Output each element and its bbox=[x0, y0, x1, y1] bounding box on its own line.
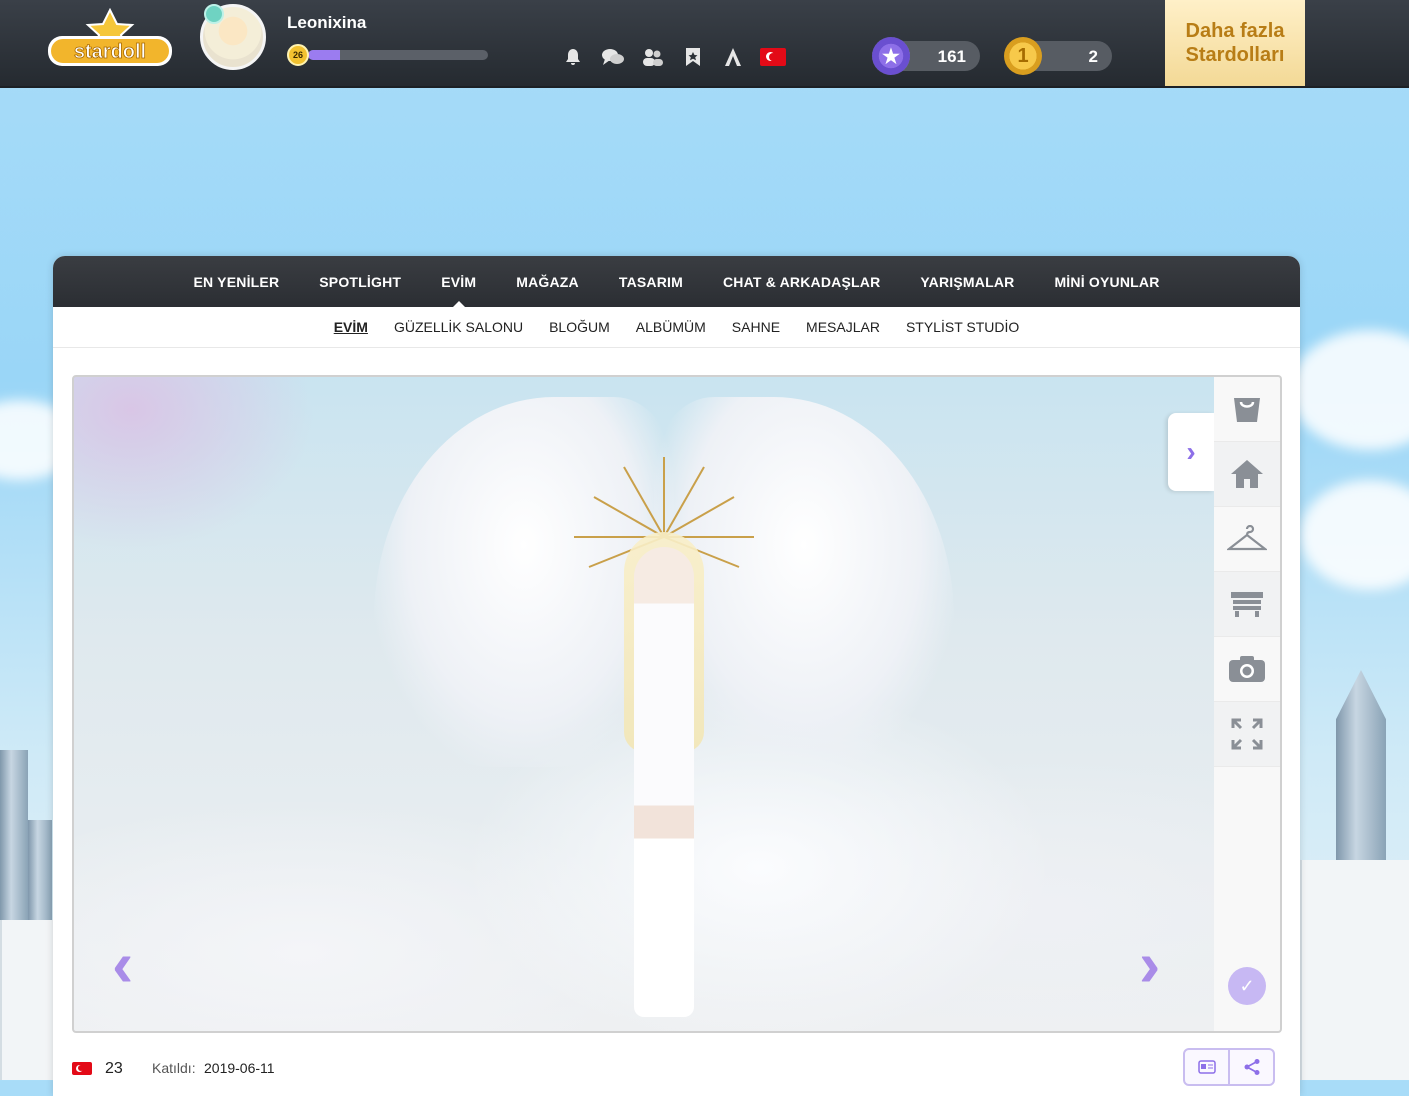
background-building bbox=[1300, 860, 1409, 1080]
subnav-sahne[interactable]: SAHNE bbox=[732, 319, 780, 335]
a-letter-icon[interactable] bbox=[720, 46, 746, 68]
nav-evim[interactable]: EVİM bbox=[441, 274, 476, 308]
main-nav: EN YENİLER SPOTLİGHT EVİM MAĞAZA TASARIM… bbox=[53, 256, 1300, 308]
furniture-icon[interactable] bbox=[1214, 572, 1280, 637]
xp-progress-bar bbox=[308, 50, 488, 60]
doll-stage: ‹ › bbox=[72, 375, 1218, 1033]
joined-label: Katıldı: bbox=[152, 1060, 196, 1076]
profile-action-buttons bbox=[1183, 1048, 1275, 1086]
stardoll-logo[interactable]: stardoll bbox=[46, 8, 174, 70]
subnav-guzellik-salonu[interactable]: GÜZELLİK SALONU bbox=[394, 319, 523, 335]
nav-spotlight[interactable]: SPOTLİGHT bbox=[319, 274, 401, 290]
expand-panel-button[interactable]: › bbox=[1168, 413, 1214, 491]
turkey-flag bbox=[760, 48, 786, 66]
prev-arrow-button[interactable]: ‹ bbox=[112, 932, 133, 996]
user-age: 23 bbox=[105, 1060, 123, 1077]
nav-mini-oyunlar[interactable]: MİNİ OYUNLAR bbox=[1054, 274, 1159, 290]
level-badge: 26 bbox=[287, 44, 309, 66]
main-panel: EN YENİLER SPOTLİGHT EVİM MAĞAZA TASARIM… bbox=[53, 256, 1300, 1096]
subnav-evim[interactable]: EVİM bbox=[334, 319, 368, 335]
bookmark-icon[interactable] bbox=[680, 46, 706, 68]
profile-info-row: 23 Katıldı: 2019-06-11 bbox=[72, 1048, 1275, 1086]
subnav-stylist-studio[interactable]: STYLİST STUDİO bbox=[906, 319, 1019, 335]
nav-chat-arkadaslar[interactable]: CHAT & ARKADAŞLAR bbox=[723, 274, 880, 290]
bell-icon[interactable] bbox=[560, 46, 586, 68]
share-icon bbox=[1244, 1059, 1259, 1075]
friends-icon[interactable] bbox=[640, 46, 666, 68]
nav-magaza[interactable]: MAĞAZA bbox=[516, 274, 579, 290]
stardollars-counter[interactable]: ★ 161 bbox=[872, 37, 980, 75]
chat-bubbles-icon[interactable] bbox=[600, 46, 626, 68]
turkey-flag-icon[interactable] bbox=[760, 46, 786, 68]
turkey-flag-icon bbox=[72, 1062, 92, 1075]
stardollars-amount: 161 bbox=[937, 47, 966, 66]
share-button[interactable] bbox=[1228, 1050, 1273, 1084]
header-icon-bar bbox=[560, 46, 786, 68]
confirm-check-button[interactable]: ✓ bbox=[1228, 967, 1266, 1005]
home-icon[interactable] bbox=[1214, 442, 1280, 507]
background-cloud bbox=[1300, 480, 1409, 590]
next-arrow-button[interactable]: › bbox=[1139, 932, 1160, 996]
background-building bbox=[0, 920, 55, 1080]
camera-icon[interactable] bbox=[1214, 637, 1280, 702]
nav-tasarim[interactable]: TASARIM bbox=[619, 274, 683, 290]
fullscreen-icon[interactable] bbox=[1214, 702, 1280, 767]
avatar-bow-icon bbox=[204, 4, 224, 24]
nav-en-yeniler[interactable]: EN YENİLER bbox=[194, 274, 280, 290]
more-stardollars-button[interactable]: Daha fazla Stardolları bbox=[1165, 0, 1305, 86]
subnav-mesajlar[interactable]: MESAJLAR bbox=[806, 319, 880, 335]
gold-coin-icon: 1 bbox=[1004, 37, 1042, 75]
nav-yarismalar[interactable]: YARIŞMALAR bbox=[920, 274, 1014, 290]
coins-counter[interactable]: 1 2 bbox=[1004, 37, 1112, 75]
star-coin-icon: ★ bbox=[872, 37, 910, 75]
doll-body bbox=[634, 547, 694, 1017]
coins-amount: 2 bbox=[1088, 47, 1098, 66]
svg-text:stardoll: stardoll bbox=[74, 41, 146, 63]
profile-card-button[interactable] bbox=[1185, 1050, 1228, 1084]
joined-date: 2019-06-11 bbox=[204, 1060, 275, 1076]
username[interactable]: Leonixina bbox=[287, 13, 366, 33]
doll-figure[interactable] bbox=[574, 457, 754, 1017]
subnav-blogum[interactable]: BLOĞUM bbox=[549, 319, 610, 335]
shopping-bag-icon[interactable] bbox=[1214, 377, 1280, 442]
background-cloud bbox=[1290, 330, 1409, 450]
side-toolbar bbox=[1214, 375, 1282, 1033]
top-bar: stardoll Leonixina 26 ★ 161 1 2 Daha faz… bbox=[0, 0, 1409, 88]
sub-nav: EVİM GÜZELLİK SALONU BLOĞUM ALBÜMÜM SAHN… bbox=[53, 307, 1300, 348]
xp-progress-fill bbox=[308, 50, 341, 60]
hanger-icon[interactable] bbox=[1214, 507, 1280, 572]
subnav-albumum[interactable]: ALBÜMÜM bbox=[636, 319, 706, 335]
id-card-icon bbox=[1197, 1060, 1216, 1074]
